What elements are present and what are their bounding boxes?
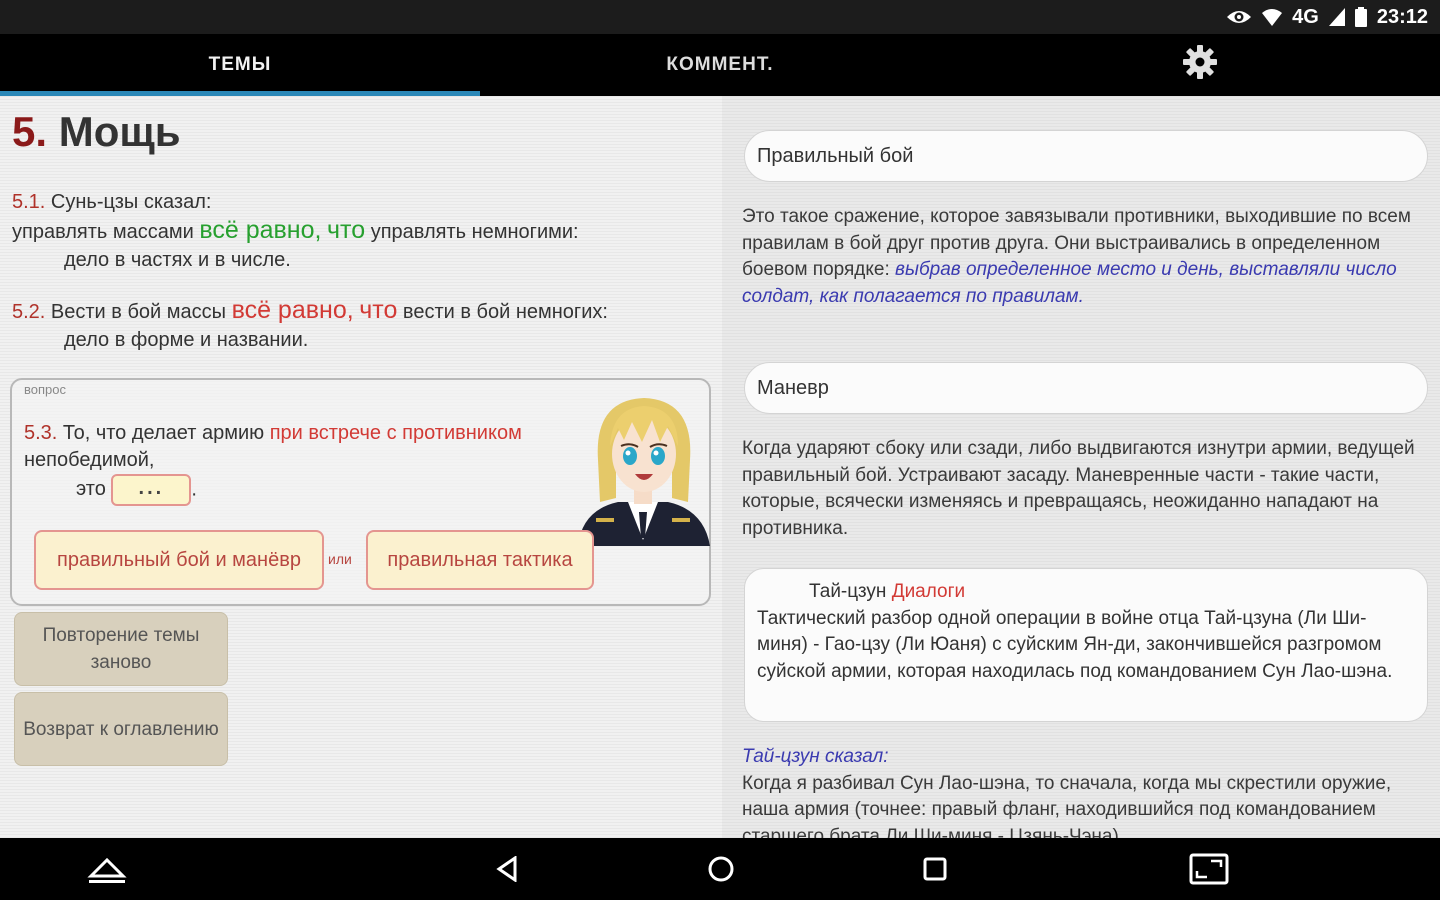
verse-5-2: 5.2. Вести в бой массы всё равно, что ве… bbox=[12, 296, 712, 354]
tab-topics[interactable]: ТЕМЫ bbox=[0, 34, 480, 96]
gear-icon bbox=[1182, 44, 1218, 86]
verse-highlight: всё равно, bbox=[231, 296, 354, 324]
question-period: . bbox=[191, 478, 197, 501]
answer-option-1[interactable]: правильный бой и манёвр bbox=[34, 530, 324, 590]
network-type: 4G bbox=[1292, 5, 1319, 28]
up-triangle-icon[interactable] bbox=[84, 850, 130, 888]
dialog-body: Тактический разбор одной операции в войн… bbox=[757, 607, 1393, 682]
verse-text: вести в бой немногих: bbox=[402, 301, 608, 323]
status-bar: 4G 23:12 bbox=[0, 0, 1440, 34]
comment-heading-maneuver[interactable]: Маневр bbox=[744, 362, 1428, 414]
home-icon[interactable] bbox=[706, 850, 736, 888]
wifi-icon bbox=[1262, 8, 1283, 26]
verse-text: дело в частях и в числе. bbox=[64, 249, 291, 271]
tab-comments[interactable]: КОММЕНТ. bbox=[480, 34, 960, 96]
quote-body: Когда я разбивал Сун Лао-шэна, то сначал… bbox=[742, 772, 1392, 839]
system-nav-bar bbox=[0, 838, 1440, 900]
topic-number: 5. bbox=[12, 108, 48, 155]
comment-heading-regular-battle[interactable]: Правильный бой bbox=[744, 130, 1428, 182]
verse-text: управлять массами bbox=[12, 221, 194, 243]
status-icons: 4G 23:12 bbox=[1226, 4, 1428, 30]
question-label: вопрос bbox=[24, 382, 66, 397]
comments-panel: Правильный бой Это такое сражение, котор… bbox=[722, 96, 1440, 838]
quote-block: Тай-цзун сказал: Когда я разбивал Сун Ла… bbox=[742, 744, 1432, 838]
topic-panel: 5. Мощь 5.1. Сунь-цзы сказал: управлять … bbox=[0, 96, 722, 838]
verse-intro: Сунь-цзы сказал: bbox=[50, 191, 212, 213]
verse-number: 5.1. bbox=[12, 191, 46, 213]
quote-heading: Тай-цзун сказал: bbox=[742, 746, 889, 767]
answer-option-2[interactable]: правильная тактика bbox=[366, 530, 594, 590]
dialog-card: Тай-цзун Диалоги Тактический разбор одно… bbox=[744, 568, 1428, 722]
question-card: вопрос 5.3. То, что делает армию при вст… bbox=[10, 378, 711, 606]
dialog-title: Тай-цзун Диалоги bbox=[757, 579, 1415, 606]
verse-text: Вести в бой массы bbox=[50, 301, 227, 323]
question-highlight: при встрече с противником bbox=[269, 422, 522, 444]
verse-highlight: всё равно, bbox=[199, 216, 322, 244]
verse-number: 5.2. bbox=[12, 301, 46, 323]
battery-icon bbox=[1354, 7, 1367, 27]
verse-text: управлять немногими: bbox=[370, 221, 579, 243]
verse-text: дело в форме и названии. bbox=[64, 329, 309, 351]
question-part: непобедимой, bbox=[24, 449, 155, 471]
or-label: или bbox=[328, 551, 352, 567]
verse-5-1: 5.1. Сунь-цзы сказал: управлять массами … bbox=[12, 188, 712, 274]
settings-button[interactable] bbox=[960, 34, 1440, 96]
question-part: это bbox=[76, 478, 106, 501]
tab-bar: ТЕМЫ КОММЕНТ. bbox=[0, 34, 1440, 96]
verse-highlight: что bbox=[327, 216, 366, 244]
topic-title: 5. Мощь bbox=[12, 108, 181, 156]
question-number: 5.3. bbox=[24, 422, 58, 444]
question-part: То, что делает армию bbox=[62, 422, 265, 444]
back-icon[interactable] bbox=[492, 850, 522, 888]
recents-icon[interactable] bbox=[920, 850, 950, 888]
signal-icon bbox=[1328, 8, 1345, 26]
screenshot-icon[interactable] bbox=[1188, 850, 1230, 888]
anime-avatar-image bbox=[568, 390, 718, 546]
repeat-topic-button[interactable]: Повторение темы заново bbox=[14, 612, 228, 686]
answer-blank[interactable]: ... bbox=[111, 474, 192, 506]
dialog-author: Тай-цзун bbox=[809, 581, 887, 602]
verse-highlight: что bbox=[359, 296, 398, 324]
clock: 23:12 bbox=[1376, 5, 1428, 28]
topic-name: Мощь bbox=[58, 108, 181, 155]
eye-icon bbox=[1226, 8, 1252, 26]
comment-text: Когда ударяют сбоку или сзади, либо выдв… bbox=[742, 438, 1415, 539]
back-to-contents-button[interactable]: Возврат к оглавлению bbox=[14, 692, 228, 766]
dialog-link[interactable]: Диалоги bbox=[892, 581, 965, 602]
question-text: 5.3. То, что делает армию при встрече с … bbox=[24, 420, 594, 506]
comment-text: Это такое сражение, которое завязывали п… bbox=[742, 204, 1432, 310]
